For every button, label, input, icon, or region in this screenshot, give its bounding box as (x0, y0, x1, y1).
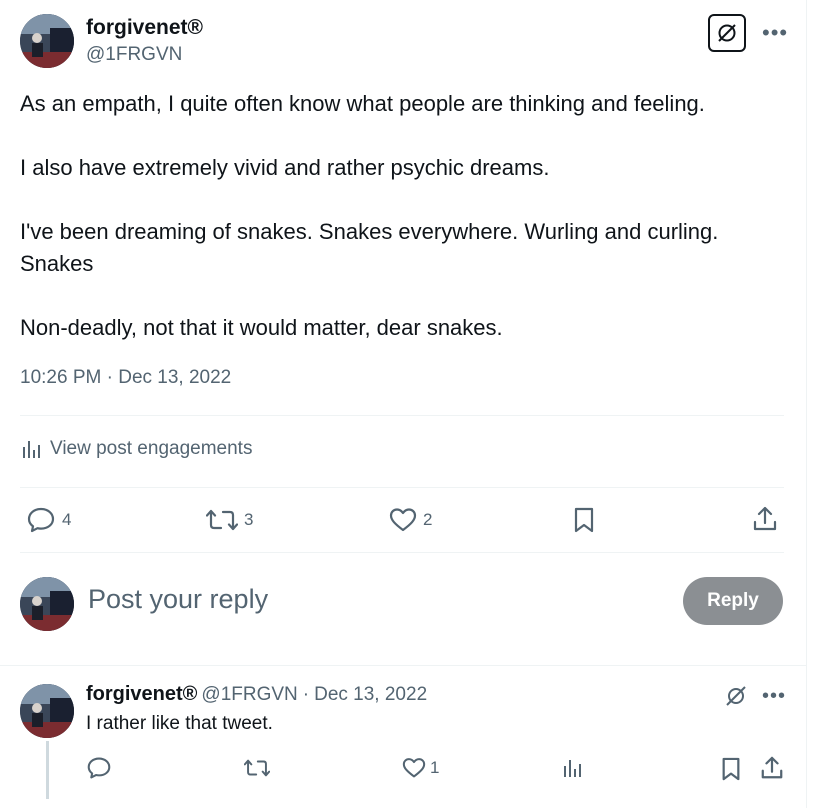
bookmark-action[interactable] (572, 506, 596, 534)
speech-bubble-icon (87, 757, 111, 779)
author-handle[interactable]: @1FRGVN (86, 44, 182, 66)
share-action[interactable] (752, 505, 778, 533)
more-icon[interactable]: ••• (762, 686, 786, 706)
reply-header: forgivenet® @1FRGVN · Dec 13, 2022 (86, 683, 427, 706)
views-icon (564, 760, 581, 777)
reply-views-action[interactable] (561, 757, 583, 779)
post-paragraph: I also have extremely vivid and rather p… (20, 155, 550, 180)
divider (0, 665, 806, 666)
post-paragraph: As an empath, I quite often know what pe… (20, 91, 705, 116)
like-action[interactable]: 2 (389, 507, 432, 533)
author-name[interactable]: forgivenet® (86, 16, 203, 40)
reply-like-count: 1 (430, 758, 440, 777)
reply-button[interactable]: Reply (683, 577, 783, 625)
avatar[interactable] (20, 14, 74, 68)
avatar[interactable] (20, 684, 74, 738)
reply-date[interactable]: Dec 13, 2022 (314, 684, 427, 706)
post-text: As an empath, I quite often know what pe… (20, 88, 790, 376)
reply-grok-button[interactable] (724, 684, 748, 713)
reply-author-name[interactable]: forgivenet® (86, 683, 197, 706)
reply-reply-action[interactable] (86, 756, 112, 780)
divider (20, 487, 784, 488)
reply-input[interactable]: Post your reply (88, 584, 268, 615)
more-icon[interactable]: ••• (762, 22, 788, 44)
view-engagements-link[interactable]: View post engagements (20, 438, 252, 460)
post-time[interactable]: 10:26 PM (20, 367, 101, 388)
divider (20, 415, 784, 416)
column-border (806, 0, 807, 808)
speech-bubble-icon (27, 507, 55, 533)
timestamp-separator: · (106, 367, 113, 388)
post-timestamp[interactable]: 10:26 PM · Dec 13, 2022 (20, 367, 231, 389)
heart-icon (402, 758, 426, 778)
reply-separator: · (302, 684, 310, 705)
bookmark-icon (574, 507, 594, 533)
reply-repost-action[interactable] (244, 757, 270, 779)
divider (20, 552, 784, 553)
repost-icon (244, 759, 270, 777)
reply-action[interactable]: 4 (26, 506, 71, 534)
share-icon (761, 756, 783, 779)
repost-action[interactable]: 3 (206, 507, 253, 533)
heart-icon (389, 508, 417, 532)
reply-bookmark-action[interactable] (720, 756, 742, 782)
grok-icon (718, 24, 736, 42)
grok-button[interactable] (708, 14, 746, 52)
reply-text: I rather like that tweet. (86, 713, 273, 734)
grok-icon (726, 686, 746, 706)
thread-line (46, 741, 49, 799)
post-paragraph: Non-deadly, not that it would matter, de… (20, 315, 503, 340)
repost-count: 3 (244, 510, 254, 529)
engagements-label[interactable]: View post engagements (50, 438, 252, 460)
avatar[interactable] (20, 577, 74, 631)
reply-author-handle[interactable]: @1FRGVN (201, 684, 297, 706)
reply-count: 4 (62, 510, 72, 529)
like-count: 2 (423, 510, 433, 529)
post-date[interactable]: Dec 13, 2022 (118, 367, 231, 388)
share-icon (753, 506, 777, 531)
bookmark-icon (722, 757, 740, 781)
post-paragraph: I've been dreaming of snakes. Snakes eve… (20, 219, 719, 276)
reply-like-action[interactable]: 1 (402, 757, 439, 779)
reply-share-action[interactable] (760, 755, 784, 781)
bar-chart-icon (23, 441, 40, 458)
repost-icon (206, 509, 238, 531)
